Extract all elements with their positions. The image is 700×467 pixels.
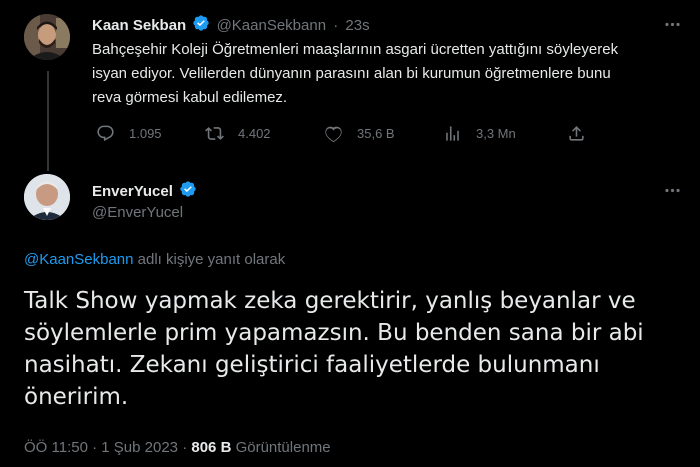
views-label: Görüntülenme: [235, 439, 331, 456]
header-separator: ·: [333, 16, 339, 34]
tweet-time-link[interactable]: ÖÖ 11:50: [24, 439, 88, 456]
reply-author-name-row: EnverYucel: [92, 180, 197, 204]
author-handle[interactable]: @KaanSekbann: [217, 17, 326, 34]
more-options-button[interactable]: [660, 12, 684, 36]
tweet-timestamp[interactable]: 23s: [345, 17, 369, 34]
parent-tweet-header: Kaan Sekban @KaanSekbann · 23s: [92, 14, 370, 38]
verified-badge-icon: [192, 14, 210, 38]
avatar[interactable]: [24, 14, 70, 60]
retweet-count: 4.402: [238, 126, 271, 141]
retweet-button[interactable]: 4.402: [205, 124, 271, 143]
more-options-button[interactable]: [660, 178, 684, 202]
reply-button[interactable]: 1.095: [96, 124, 162, 143]
retweet-icon: [205, 127, 224, 140]
views-icon: [446, 126, 459, 141]
reply-icon: [97, 125, 114, 142]
replying-to-label: adlı kişiye yanıt olarak: [137, 251, 286, 268]
like-button[interactable]: 35,6 B: [324, 124, 395, 143]
like-count: 35,6 B: [357, 126, 395, 141]
verified-badge-icon: [179, 180, 197, 204]
replying-to-line: @KaanSekbann adlı kişiye yanıt olarak: [24, 250, 285, 270]
tweet-date-link[interactable]: 1 Şub 2023: [101, 439, 178, 456]
meta-dot: ·: [92, 439, 98, 456]
like-icon: [325, 126, 342, 143]
more-icon: [664, 188, 680, 192]
author-handle[interactable]: @EnverYucel: [92, 203, 183, 223]
views-count: 806 B: [191, 439, 232, 456]
replying-to-handle-link[interactable]: @KaanSekbann: [24, 251, 133, 268]
avatar[interactable]: [24, 174, 70, 220]
author-display-name[interactable]: EnverYucel: [92, 183, 173, 200]
views-button[interactable]: 3,3 Mn: [443, 124, 516, 143]
share-button[interactable]: [567, 124, 586, 143]
avatar-enver-yucel-image: [24, 174, 70, 220]
more-icon: [664, 22, 680, 26]
parent-tweet-text: Bahçeşehir Koleji Öğretmenleri maaşların…: [92, 41, 619, 106]
views-count: 3,3 Mn: [476, 126, 516, 141]
reply-tweet-text: Talk Show yapmak zeka gerektirir, yanlış…: [24, 288, 644, 410]
thread-connector-line: [47, 71, 49, 171]
reply-count: 1.095: [129, 126, 162, 141]
tweet-meta-row: ÖÖ 11:50 · 1 Şub 2023 · 806 B Görüntülen…: [24, 438, 331, 458]
avatar-kaan-sekban-image: [24, 14, 70, 60]
meta-dot: ·: [182, 439, 188, 456]
share-icon: [569, 126, 584, 141]
author-display-name[interactable]: Kaan Sekban: [92, 17, 186, 34]
